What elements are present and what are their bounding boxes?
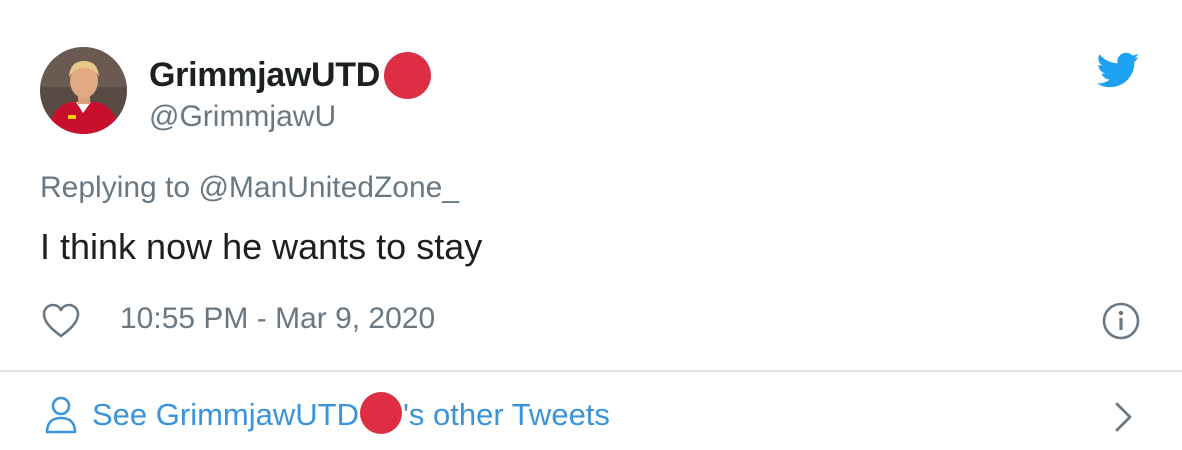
info-icon[interactable] [1101, 301, 1141, 341]
twitter-bird-icon[interactable] [1097, 52, 1140, 89]
author-handle[interactable]: @GrimmjawU [149, 100, 336, 134]
see-other-tweets-suffix: 's other Tweets [402, 397, 610, 432]
red-circle-emoji [359, 392, 402, 434]
see-other-tweets-prefix: See GrimmjawUTD [92, 397, 359, 432]
heart-icon[interactable] [41, 302, 81, 339]
tweet-text: I think now he wants to stay [40, 226, 483, 267]
person-icon [45, 396, 77, 434]
chevron-right-icon[interactable] [1110, 400, 1136, 434]
author-name-row: GrimmjawUTD [149, 52, 431, 99]
replying-to-label: Replying to [40, 171, 199, 204]
avatar-image [40, 47, 127, 134]
author-display-name[interactable]: GrimmjawUTD [149, 56, 380, 95]
see-other-tweets-link[interactable]: See GrimmjawUTD 's other Tweets [44, 392, 610, 436]
tweet-timestamp[interactable]: 10:55 PM - Mar 9, 2020 [120, 302, 435, 336]
divider [0, 370, 1182, 372]
red-circle-emoji [383, 52, 431, 99]
replying-to: Replying to @ManUnitedZone_ [40, 171, 459, 205]
avatar[interactable] [40, 47, 127, 134]
reply-handle-link[interactable]: @ManUnitedZone_ [198, 171, 459, 204]
